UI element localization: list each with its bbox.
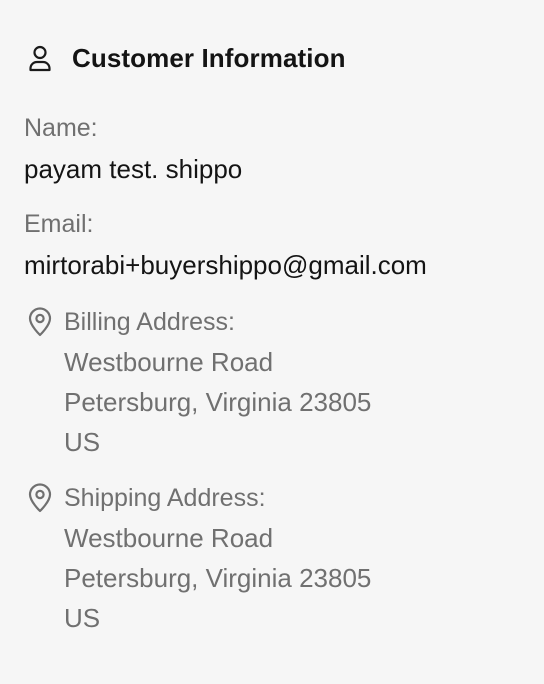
customer-information-panel: Customer Information Name: payam test. s… [0,0,544,684]
billing-city-state-zip: Petersburg, Virginia 23805 [64,387,372,417]
billing-street: Westbourne Road [64,347,274,377]
shipping-country: US [64,603,101,633]
name-value: payam test. shippo [24,154,243,184]
location-pin-icon [24,306,56,338]
email-label: Email: [24,210,94,238]
name-label: Name: [24,114,98,142]
billing-address: Billing Address: Westbourne Road Petersb… [24,302,524,464]
shipping-street: Westbourne Road [64,523,274,553]
shipping-address-label: Shipping Address: [64,484,266,512]
section-title: Customer Information [72,42,346,73]
email-value: mirtorabi+buyershippo@gmail.com [24,250,427,280]
section-header: Customer Information [24,38,346,78]
billing-address-label: Billing Address: [64,308,235,336]
billing-country: US [64,427,101,457]
user-icon [24,42,56,74]
shipping-address: Shipping Address: Westbourne Road Peters… [24,478,524,640]
shipping-address-lines: Shipping Address: Westbourne Road Peters… [64,478,371,638]
billing-address-lines: Billing Address: Westbourne Road Petersb… [64,302,371,462]
location-pin-icon [24,482,56,514]
shipping-city-state-zip: Petersburg, Virginia 23805 [64,563,372,593]
